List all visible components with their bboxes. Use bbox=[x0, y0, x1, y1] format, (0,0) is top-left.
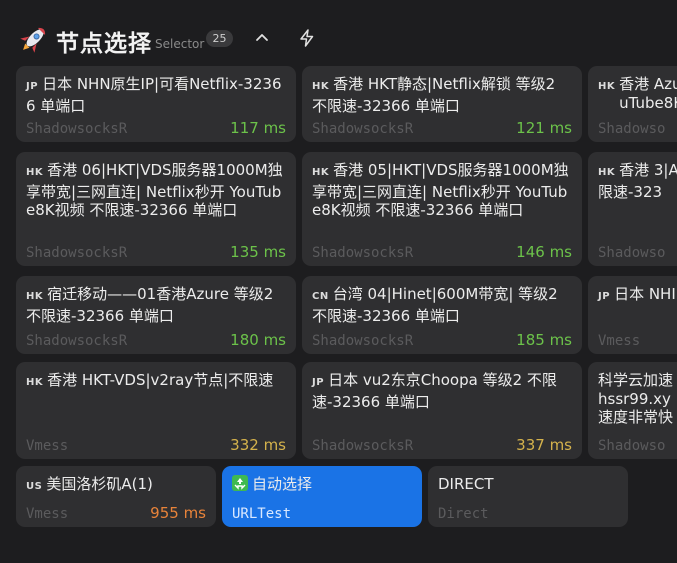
chevron-up-icon bbox=[256, 34, 268, 41]
proxy-name: DIRECT bbox=[438, 475, 494, 493]
proxy-card[interactable]: HK 宿迁移动——01香港Azure 等级2 不限速-32366 单端口 Shad… bbox=[16, 276, 296, 354]
proxy-type: ShadowsocksR bbox=[312, 245, 414, 261]
group-title: 节点选择 bbox=[56, 31, 152, 57]
proxy-type: Shadowso bbox=[598, 438, 666, 454]
region-code: JP bbox=[26, 81, 39, 92]
proxy-name: HK 香港 05|HKT|VDS服务器1000M独享带宽|三网直连| Netfli… bbox=[312, 161, 569, 219]
proxy-delay: 146 ms bbox=[516, 243, 572, 261]
region-code: HK bbox=[598, 167, 616, 178]
recycle-icon bbox=[232, 475, 248, 491]
proxy-delay: 337 ms bbox=[516, 436, 572, 454]
region-code: HK bbox=[312, 81, 330, 92]
proxy-card[interactable]: DIRECT Direct bbox=[428, 466, 628, 527]
collapse-button[interactable] bbox=[252, 28, 272, 48]
proxy-name: US 美国洛杉矶A(1) bbox=[26, 475, 153, 493]
proxy-card[interactable]: HK 香港 05|HKT|VDS服务器1000M独享带宽|三网直连| Netfli… bbox=[302, 152, 582, 266]
proxy-type: ShadowsocksR bbox=[26, 121, 128, 137]
proxy-card[interactable]: CN 台湾 04|Hinet|600M带宽| 等级2 不限速-32366 单端口 … bbox=[302, 276, 582, 354]
proxy-card[interactable]: HK 香港 06|HKT|VDS服务器1000M独享带宽|三网直连| Netfli… bbox=[16, 152, 296, 266]
proxy-type: Shadowso bbox=[598, 245, 666, 261]
proxy-delay: 955 ms bbox=[150, 504, 206, 522]
proxy-name: JP 日本 NHI bbox=[598, 285, 676, 303]
proxy-delay: 121 ms bbox=[516, 119, 572, 137]
proxy-card[interactable]: HK 香港 HKT-VDS|v2ray节点|不限速 Vmess 332 ms bbox=[16, 362, 296, 459]
proxy-card[interactable]: US 美国洛杉矶A(1) Vmess 955 ms bbox=[16, 466, 216, 527]
proxy-type: ShadowsocksR bbox=[312, 333, 414, 349]
region-code: HK bbox=[26, 167, 44, 178]
region-code: JP bbox=[312, 377, 325, 388]
proxy-card[interactable]: HK香港 3|A 不限速-323 Shadowso bbox=[588, 152, 677, 266]
proxy-card[interactable]: JP 日本 vu2东京Choopa 等级2 不限速-32366 单端口 Shado… bbox=[302, 362, 582, 459]
proxy-count-badge: 25 bbox=[206, 30, 233, 47]
delay-test-button[interactable] bbox=[297, 28, 317, 48]
lightning-icon bbox=[300, 29, 314, 47]
proxy-card[interactable]: 科学云加速 ohssr99.xy 速度非常快 Shadowso bbox=[588, 362, 677, 459]
proxy-name: 科学云加速 ohssr99.xy 速度非常快 bbox=[598, 371, 677, 426]
region-code: HK bbox=[26, 291, 44, 302]
proxy-card[interactable]: JP 日本 NHN原生IP|可看Netflix-32366 单端口 Shadows… bbox=[16, 66, 296, 142]
proxy-card[interactable]: JP 日本 NHI Vmess bbox=[588, 276, 677, 354]
proxy-name: 自动选择 bbox=[232, 475, 412, 494]
group-type-label: Selector bbox=[155, 37, 205, 51]
proxy-type: Vmess bbox=[598, 333, 641, 349]
proxy-name: JP 日本 vu2东京Choopa 等级2 不限速-32366 单端口 bbox=[312, 371, 557, 411]
proxy-name: HK香港 Azu YouTube8K bbox=[598, 75, 677, 112]
proxy-card[interactable]: HK香港 Azu YouTube8K Shadowso bbox=[588, 66, 677, 142]
proxy-type: Vmess bbox=[26, 506, 69, 522]
rocket-icon bbox=[20, 27, 46, 53]
proxy-type: Vmess bbox=[26, 438, 69, 454]
proxy-name: HK 香港 HKT静态|Netflix解锁 等级2 不限速-32366 单端口 bbox=[312, 75, 556, 115]
region-code: JP bbox=[598, 291, 611, 302]
region-code: CN bbox=[312, 291, 329, 302]
proxy-name: HK 香港 HKT-VDS|v2ray节点|不限速 bbox=[26, 371, 274, 389]
proxy-name: JP 日本 NHN原生IP|可看Netflix-32366 单端口 bbox=[26, 75, 282, 115]
proxy-type: ShadowsocksR bbox=[26, 333, 128, 349]
proxy-type: ShadowsocksR bbox=[312, 438, 414, 454]
region-code: US bbox=[26, 481, 43, 492]
proxy-type: URLTest bbox=[232, 506, 292, 522]
region-code: HK bbox=[312, 167, 330, 178]
group-header: 节点选择 Selector 25 bbox=[0, 0, 677, 66]
proxy-delay: 135 ms bbox=[230, 243, 286, 261]
proxy-delay: 185 ms bbox=[516, 331, 572, 349]
region-code: HK bbox=[598, 81, 616, 92]
proxy-delay: 332 ms bbox=[230, 436, 286, 454]
proxy-delay: 180 ms bbox=[230, 331, 286, 349]
proxy-name: HK香港 3|A 不限速-323 bbox=[598, 161, 677, 201]
proxy-type: Shadowso bbox=[598, 121, 666, 137]
proxy-type: ShadowsocksR bbox=[312, 121, 414, 137]
region-code: HK bbox=[26, 377, 44, 388]
proxy-type: Direct bbox=[438, 506, 489, 522]
proxy-card[interactable]: HK 香港 HKT静态|Netflix解锁 等级2 不限速-32366 单端口 S… bbox=[302, 66, 582, 142]
proxy-name: HK 宿迁移动——01香港Azure 等级2 不限速-32366 单端口 bbox=[26, 285, 274, 325]
proxy-card-selected[interactable]: 自动选择 URLTest bbox=[222, 466, 422, 527]
proxy-delay: 117 ms bbox=[230, 119, 286, 137]
proxy-type: ShadowsocksR bbox=[26, 245, 128, 261]
proxy-name: HK 香港 06|HKT|VDS服务器1000M独享带宽|三网直连| Netfli… bbox=[26, 161, 283, 219]
proxy-name: CN 台湾 04|Hinet|600M带宽| 等级2 不限速-32366 单端口 bbox=[312, 285, 558, 325]
